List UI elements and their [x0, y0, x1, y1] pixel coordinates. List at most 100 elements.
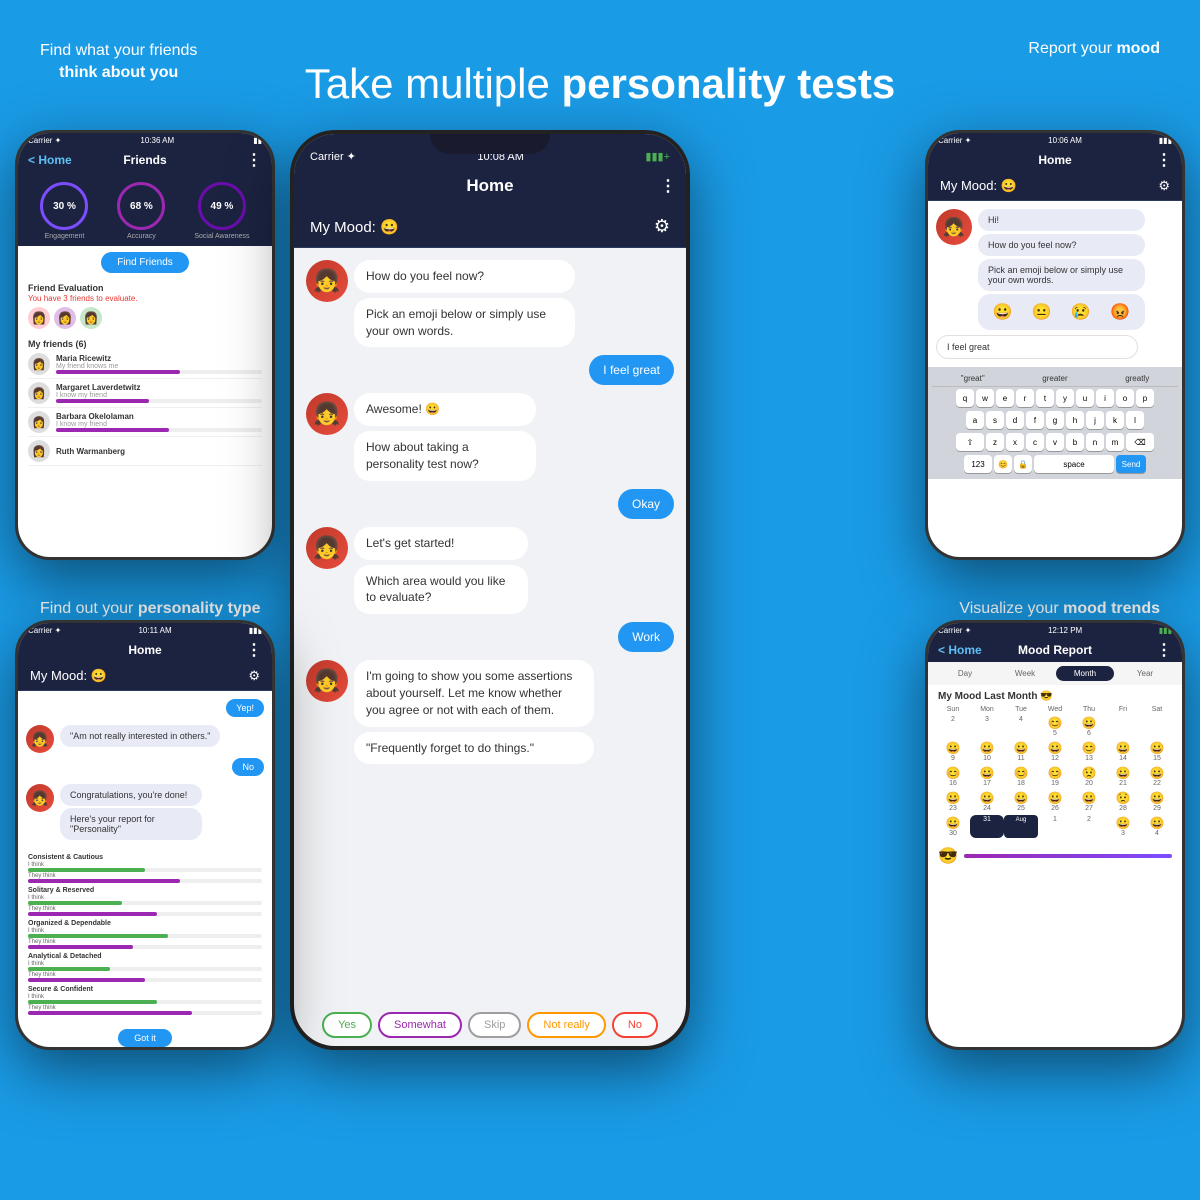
- key-q[interactable]: q: [956, 389, 974, 407]
- yes-button[interactable]: Yes: [322, 1012, 372, 1038]
- key-x[interactable]: x: [1006, 433, 1024, 451]
- key-z[interactable]: z: [986, 433, 1004, 451]
- mood-bar-bl: My Mood: 😀 ⚙: [18, 662, 272, 691]
- chat-bubble: Hi!: [978, 209, 1145, 231]
- tab-month[interactable]: Month: [1056, 666, 1114, 681]
- back-button-tl[interactable]: < Home: [28, 153, 72, 167]
- notch: [430, 134, 550, 154]
- key-e[interactable]: e: [996, 389, 1014, 407]
- key-mic[interactable]: 🔒: [1014, 455, 1032, 473]
- status-bar-bl: Carrier ✦ 10:11 AM ▮▮▮: [18, 623, 272, 638]
- keyboard-suggest[interactable]: "great" greater greatly: [932, 371, 1178, 387]
- key-y[interactable]: y: [1056, 389, 1074, 407]
- skip-button[interactable]: Skip: [468, 1012, 521, 1038]
- settings-icon-tr[interactable]: ⚙: [1158, 178, 1170, 194]
- key-shift[interactable]: ⇧: [956, 433, 984, 451]
- input-field[interactable]: I feel great: [936, 335, 1138, 359]
- calendar-grid: SunMonTueWedThuFriSat 2 3 4 😊5 😀6 😀9 😀10: [928, 706, 1182, 838]
- key-f[interactable]: f: [1026, 411, 1044, 429]
- chat-bubble-user: No: [232, 758, 264, 776]
- key-p[interactable]: p: [1136, 389, 1154, 407]
- chat-bubble: I'm going to show you some assertions ab…: [354, 660, 594, 726]
- key-w[interactable]: w: [976, 389, 994, 407]
- somewhat-button[interactable]: Somewhat: [378, 1012, 462, 1038]
- menu-icon-bl[interactable]: ⋮: [246, 640, 262, 660]
- menu-icon-br[interactable]: ⋮: [1156, 640, 1172, 660]
- key-v[interactable]: v: [1046, 433, 1064, 451]
- mood-bar-tr: My Mood: 😀 ⚙: [928, 172, 1182, 201]
- chat-bubble-user: Okay: [618, 489, 674, 519]
- accuracy-circle: 68 % Accuracy: [117, 182, 165, 240]
- settings-icon-bl[interactable]: ⚙: [248, 668, 260, 684]
- key-b[interactable]: b: [1066, 433, 1084, 451]
- chat-bubble: Let's get started!: [354, 527, 528, 560]
- menu-icon-center[interactable]: ⋮: [660, 176, 676, 196]
- key-o[interactable]: o: [1116, 389, 1134, 407]
- key-space[interactable]: space: [1034, 455, 1114, 473]
- not-really-button[interactable]: Not really: [527, 1012, 605, 1038]
- phone-mood-report: Carrier ✦ 12:12 PM ▮▮▮ < Home Mood Repor…: [925, 620, 1185, 1050]
- menu-icon-tl[interactable]: ⋮: [246, 150, 262, 170]
- list-item: 👩 Barbara Okelolaman I know my friend: [28, 408, 262, 437]
- key-t[interactable]: t: [1036, 389, 1054, 407]
- key-k[interactable]: k: [1106, 411, 1124, 429]
- back-button-br[interactable]: < Home: [938, 643, 982, 657]
- avatar: 👧: [26, 784, 54, 812]
- tab-week[interactable]: Week: [996, 666, 1054, 681]
- tab-day[interactable]: Day: [936, 666, 994, 681]
- period-tabs: Day Week Month Year: [928, 662, 1182, 685]
- keyboard-area[interactable]: "great" greater greatly q w e r t y u i …: [928, 367, 1182, 479]
- status-bar-tr: Carrier ✦ 10:06 AM ▮▮▮: [928, 133, 1182, 148]
- mood-score-bar: [964, 854, 1172, 858]
- keyboard-row[interactable]: q w e r t y u i o p: [932, 387, 1178, 409]
- status-bar-br: Carrier ✦ 12:12 PM ▮▮▮: [928, 623, 1182, 638]
- msg-row: 👧 I'm going to show you some assertions …: [306, 660, 674, 764]
- list-item: 👩 Maria Ricewitz My friend knows me: [28, 350, 262, 379]
- mood-bar-center: My Mood: 😀 ⚙: [294, 206, 686, 248]
- emoji-row[interactable]: 😀😐😢😡: [978, 294, 1145, 330]
- chat-bubble: Awesome! 😀: [354, 393, 536, 426]
- key-emoji[interactable]: 😊: [994, 455, 1012, 473]
- key-s[interactable]: s: [986, 411, 1004, 429]
- keyboard-row[interactable]: a s d f g h j k l: [932, 409, 1178, 431]
- avatar: 👧: [306, 660, 348, 702]
- key-d[interactable]: d: [1006, 411, 1024, 429]
- key-j[interactable]: j: [1086, 411, 1104, 429]
- trait-row: Consistent & Cautious I think They think: [28, 854, 262, 883]
- key-u[interactable]: u: [1076, 389, 1094, 407]
- key-123[interactable]: 123: [964, 455, 992, 473]
- key-m[interactable]: m: [1106, 433, 1124, 451]
- key-delete[interactable]: ⌫: [1126, 433, 1154, 451]
- key-i[interactable]: i: [1096, 389, 1114, 407]
- key-r[interactable]: r: [1016, 389, 1034, 407]
- phone-personality: Carrier ✦ 10:11 AM ▮▮▮ Home ⋮ My Mood: 😀…: [15, 620, 275, 1050]
- tab-year[interactable]: Year: [1116, 666, 1174, 681]
- avatar: 👩: [28, 440, 50, 462]
- mood-chat-area: 👧 Hi! How do you feel now? Pick an emoji…: [928, 201, 1182, 367]
- answer-buttons: Yes Somewhat Skip Not really No: [294, 1004, 686, 1046]
- no-button[interactable]: No: [612, 1012, 658, 1038]
- chat-area-center: 👧 How do you feel now? Pick an emoji bel…: [294, 248, 686, 1004]
- cal-row: 😀30 31 Aug 1 2 😀3 😀4: [936, 815, 1174, 838]
- report-section: Consistent & Cautious I think They think…: [18, 848, 272, 1025]
- settings-icon-center[interactable]: ⚙: [654, 216, 670, 237]
- keyboard-row[interactable]: 123 😊 🔒 space Send: [932, 453, 1178, 475]
- chat-bubble: "Am not really interested in others.": [60, 725, 220, 747]
- keyboard-row[interactable]: ⇧ z x c v b n m ⌫: [932, 431, 1178, 453]
- top-right-label: Report your mood: [1028, 40, 1160, 58]
- key-send[interactable]: Send: [1116, 455, 1146, 473]
- key-l[interactable]: l: [1126, 411, 1144, 429]
- chat-bubble: Congratulations, you're done!: [60, 784, 202, 806]
- key-h[interactable]: h: [1066, 411, 1084, 429]
- key-g[interactable]: g: [1046, 411, 1064, 429]
- menu-icon-tr[interactable]: ⋮: [1156, 150, 1172, 170]
- key-c[interactable]: c: [1026, 433, 1044, 451]
- find-friends-button[interactable]: Find Friends: [101, 252, 189, 273]
- got-it-button[interactable]: Got it: [118, 1029, 172, 1047]
- mood-month-header: My Mood Last Month 😎: [928, 685, 1182, 706]
- key-a[interactable]: a: [966, 411, 984, 429]
- app-header-tl: < Home Friends ⋮: [18, 148, 272, 172]
- chat-bubble: "Frequently forget to do things.": [354, 732, 594, 765]
- chat-bubble-user: Yep!: [226, 699, 264, 717]
- key-n[interactable]: n: [1086, 433, 1104, 451]
